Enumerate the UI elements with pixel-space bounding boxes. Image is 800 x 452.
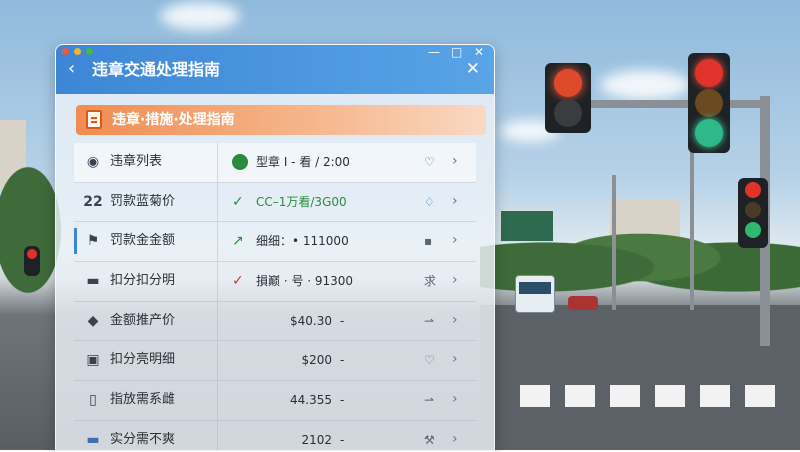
road-sign	[500, 210, 554, 242]
status-icon	[232, 154, 248, 170]
item-label: 指放需系雌	[110, 392, 176, 408]
zoom-dot[interactable]	[86, 48, 93, 55]
chevron-right-icon[interactable]: ›	[452, 350, 458, 368]
item-value: 2102	[301, 432, 332, 447]
crosswalk-stripe	[745, 385, 775, 407]
item-value: CC–1万看/3G00	[256, 194, 347, 209]
guide-window: — □ ✕ ‹ 违章交通处理指南 ✕ 违章·措施·处理指南 ◉ 违章列表 型章 …	[55, 44, 495, 452]
crosswalk-stripe	[655, 385, 685, 407]
chevron-right-icon[interactable]: ›	[452, 231, 458, 249]
close-dot[interactable]	[62, 48, 69, 55]
bell-icon[interactable]: ♢	[424, 193, 435, 211]
chevron-right-icon[interactable]: ›	[452, 390, 458, 408]
traffic-light-left	[545, 63, 591, 133]
back-icon[interactable]: ‹	[68, 58, 75, 80]
heart-icon[interactable]: ♡	[424, 153, 435, 171]
item-value: 44.355	[290, 393, 332, 408]
check-icon: ✓	[232, 193, 244, 210]
traffic-light-far	[24, 246, 40, 276]
maximize-icon[interactable]: □	[451, 45, 462, 59]
list-item[interactable]: ▬ 扣分扣分明 ✓ 損巅 · 号 · 91300 求 ›	[74, 262, 476, 302]
dash: -	[340, 313, 345, 328]
person-icon: ◉	[86, 154, 100, 170]
car	[568, 296, 598, 310]
text-icon[interactable]: 求	[424, 272, 436, 290]
signal-arm	[590, 100, 765, 108]
window-close-icon[interactable]: ✕	[474, 45, 484, 59]
list-item[interactable]: ◉ 违章列表 型章 I - 看 / 2:00 ♡ ›	[74, 143, 476, 183]
crosswalk-stripe	[520, 385, 550, 407]
check-icon: ✓	[232, 273, 244, 290]
minimize-icon[interactable]: —	[428, 45, 440, 59]
cloud	[600, 70, 690, 100]
violation-list: ◉ 违章列表 型章 I - 看 / 2:00 ♡ › 22 罚款蓝菊价 ✓ CC…	[74, 143, 476, 451]
flag-icon: ⚑	[86, 233, 100, 250]
crosswalk-stripe	[700, 385, 730, 407]
item-label: 罚款蓝菊价	[110, 193, 176, 209]
car-icon: ▬	[86, 273, 100, 290]
item-label: 违章列表	[110, 154, 163, 169]
heart-icon[interactable]: ♡	[424, 351, 435, 369]
item-label: 金额推产价	[110, 312, 176, 328]
device-icon: ▯	[89, 392, 97, 409]
list-item[interactable]: ▯ 指放需系雌 44.355 - ⇀ ›	[74, 381, 476, 421]
banner-text: 违章·措施·处理指南	[112, 112, 235, 128]
list-item[interactable]: 22 罚款蓝菊价 ✓ CC–1万看/3G00 ♢ ›	[74, 182, 476, 223]
item-label: 罚款金金额	[110, 233, 176, 249]
document-icon	[86, 110, 102, 129]
list-item[interactable]: ▣ 扣分亮明细 $200 - ♡ ›	[74, 341, 476, 382]
street-lamp	[612, 175, 616, 310]
item-value: 型章 I - 看 / 2:00	[256, 155, 350, 169]
number-icon: 22	[83, 193, 103, 210]
item-label: 扣分亮明细	[110, 352, 176, 368]
trend-icon: ↗	[232, 233, 244, 250]
list-item[interactable]: ▬ 实分需不爽 2102 - ⚒ ›	[74, 420, 476, 451]
road	[480, 305, 800, 450]
bus	[515, 275, 555, 313]
crosswalk-stripe	[610, 385, 640, 407]
item-value: $200	[301, 353, 332, 368]
traffic-light-right	[738, 178, 768, 248]
item-value: 细细：• 111000	[256, 234, 349, 249]
message-icon[interactable]: ▪	[424, 232, 432, 250]
item-value: 損巅 · 号 · 91300	[256, 274, 354, 289]
shield-icon: ◆	[87, 312, 99, 329]
cloud	[160, 2, 240, 30]
item-label: 扣分扣分明	[110, 273, 176, 289]
close-icon[interactable]: ✕	[466, 59, 480, 79]
dash: -	[340, 393, 345, 408]
chevron-right-icon[interactable]: ›	[452, 271, 458, 289]
tool-icon[interactable]: ⚒	[424, 431, 435, 449]
dash: -	[340, 432, 345, 447]
item-label: 实分需不爽	[110, 431, 176, 447]
list-item[interactable]: ⚑ 罚款金金额 ↗ 细细：• 111000 ▪ ›	[74, 222, 476, 263]
crosswalk-stripe	[565, 385, 595, 407]
item-value: $40.30	[290, 313, 332, 328]
title-bar: — □ ✕ ‹ 违章交通处理指南 ✕	[56, 45, 494, 94]
link-icon[interactable]: ⇀	[424, 391, 434, 409]
chevron-right-icon[interactable]: ›	[452, 152, 458, 170]
link-icon[interactable]: ⇀	[424, 312, 434, 330]
chevron-right-icon[interactable]: ›	[452, 430, 458, 448]
list-item[interactable]: ◆ 金额推产价 $40.30 - ⇀ ›	[74, 301, 476, 342]
guide-banner[interactable]: 违章·措施·处理指南	[76, 105, 486, 135]
car-icon: ▣	[86, 352, 100, 369]
dash: -	[340, 353, 345, 368]
minimize-dot[interactable]	[74, 48, 81, 55]
chevron-right-icon[interactable]: ›	[452, 311, 458, 329]
chevron-right-icon[interactable]: ›	[452, 192, 458, 210]
traffic-light-main	[688, 53, 730, 153]
car-icon: ▬	[86, 431, 100, 448]
page-title: 违章交通处理指南	[92, 60, 221, 79]
